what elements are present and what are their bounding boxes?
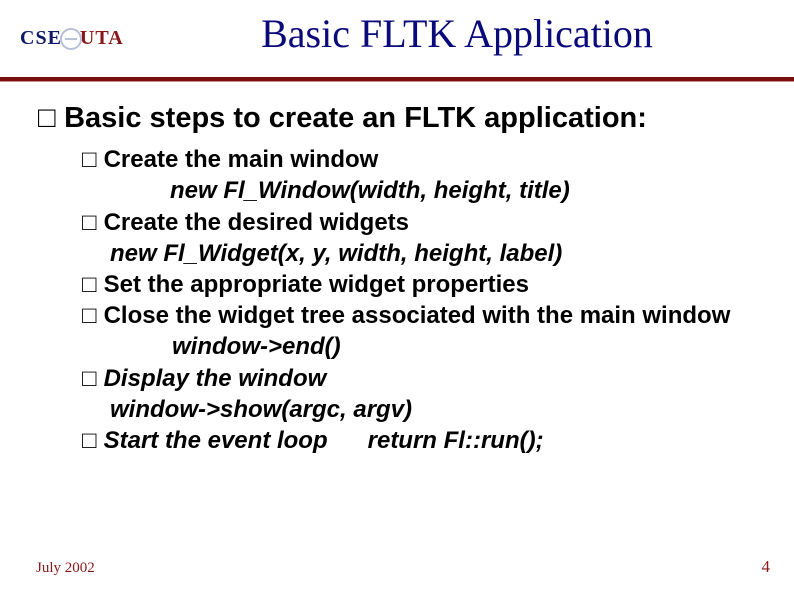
item-2: □Create the desired widgets: [82, 207, 754, 238]
item-3-text: Set the appropriate widget properties: [104, 271, 529, 298]
item-6-code-text: return Fl::run();: [368, 425, 544, 456]
item-1-code-text: new Fl_Window(width, height, title): [170, 177, 570, 204]
slide-content: □Basic steps to create an FLTK applicati…: [38, 100, 754, 456]
logo-cse: CSE: [20, 27, 62, 49]
item-2-text: Create the desired widgets: [104, 209, 409, 236]
bullet-box-icon: □: [82, 300, 104, 331]
bullet-box-icon: □: [38, 100, 64, 136]
divider-light: [0, 81, 794, 82]
item-4: □Close the widget tree associated with t…: [82, 300, 754, 362]
item-2-code-text: new Fl_Widget(x, y, width, height, label…: [110, 240, 562, 267]
item-6: □Start the event loop return Fl::run();: [82, 425, 754, 456]
slide-title: Basic FLTK Application: [140, 10, 774, 57]
bullet-box-icon: □: [82, 425, 104, 456]
item-2-code: new Fl_Widget(x, y, width, height, label…: [82, 238, 754, 269]
bullet-box-icon: □: [82, 144, 104, 175]
heading-line: □Basic steps to create an FLTK applicati…: [38, 100, 754, 136]
bullet-box-icon: □: [82, 207, 104, 238]
footer-page: 4: [762, 557, 771, 577]
item-5-code-text: window->show(argc, argv): [110, 396, 412, 423]
item-5-code: window->show(argc, argv): [82, 394, 754, 425]
item-4-code-text: window->end(): [172, 331, 341, 362]
bullet-box-icon: □: [82, 269, 104, 300]
item-4-text: Close the widget tree associated with th…: [104, 302, 731, 329]
logo-uta: UTA: [80, 27, 124, 49]
item-5: □Display the window: [82, 363, 754, 394]
sub-list: □Create the main window new Fl_Window(wi…: [82, 144, 754, 456]
item-5-text: Display the window: [104, 365, 327, 392]
item-1-code: new Fl_Window(width, height, title): [82, 175, 754, 206]
item-3: □Set the appropriate widget properties: [82, 269, 754, 300]
item-1-text: Create the main window: [104, 146, 379, 173]
heading-text: Basic steps to create an FLTK applicatio…: [64, 102, 647, 134]
item-6-text: Start the event loop: [104, 427, 328, 454]
logo: CSE UTA: [20, 27, 124, 50]
item-1: □Create the main window: [82, 144, 754, 175]
bullet-box-icon: □: [82, 363, 104, 394]
slide: CSE UTA Basic FLTK Application □Basic st…: [0, 0, 794, 595]
footer-date: July 2002: [36, 560, 95, 577]
at-icon: [60, 28, 82, 50]
